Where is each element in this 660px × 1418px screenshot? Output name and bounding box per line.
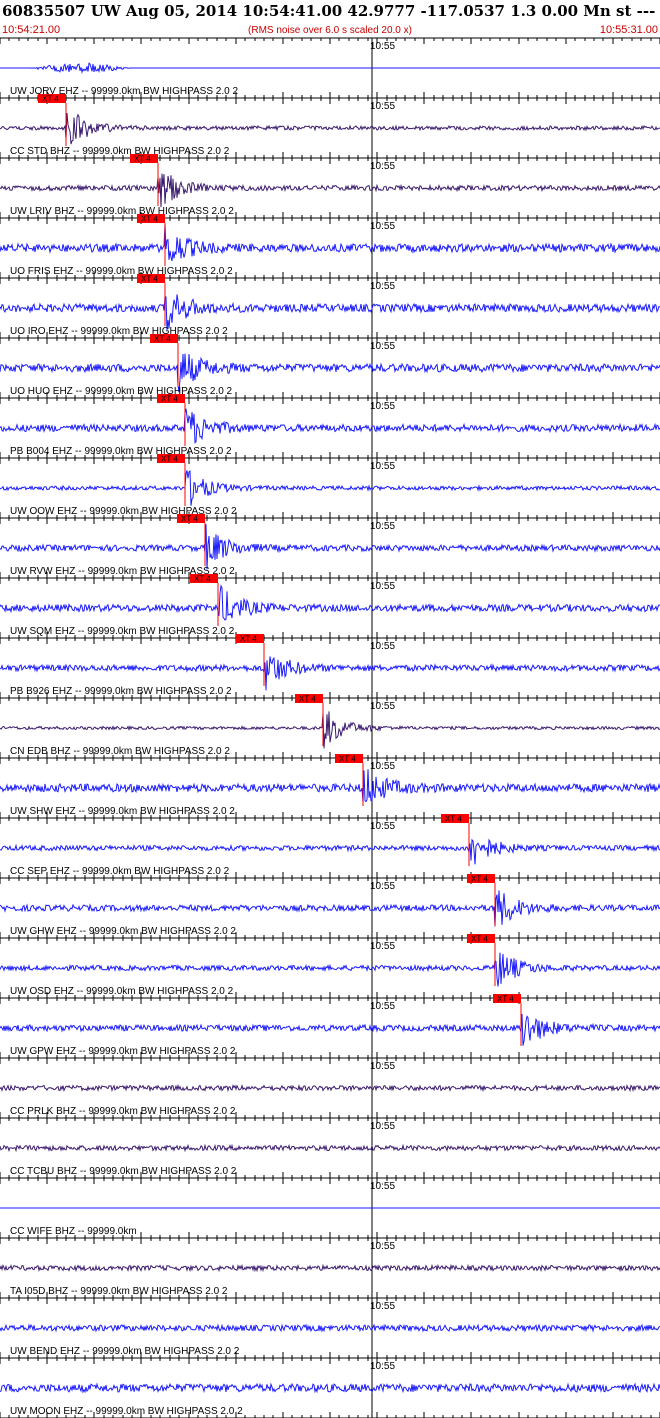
channel-label: UW MOON EHZ -- 99999.0km BW HIGHPASS 2.0… xyxy=(10,1406,243,1417)
minute-label: 10:55 xyxy=(370,161,395,172)
pick-label: XT 4 xyxy=(194,575,211,584)
channel-label: TA I05D BHZ -- 99999.0km BW HIGHPASS 2.0… xyxy=(10,1286,228,1297)
minute-label: 10:55 xyxy=(370,521,395,532)
channel-label: CC STD BHZ -- 99999.0km BW HIGHPASS 2.0 … xyxy=(10,146,230,157)
end-time: 10:55:31.00 xyxy=(600,24,658,36)
minute-label: 10:55 xyxy=(370,401,395,412)
channel-label: UW GHW EHZ -- 99999.0km BW HIGHPASS 2.0 … xyxy=(10,926,236,937)
minute-label: 10:55 xyxy=(370,221,395,232)
minute-label: 10:55 xyxy=(370,461,395,472)
minute-label: 10:55 xyxy=(370,1181,395,1192)
pick-label: XT 4 xyxy=(154,335,171,344)
minute-label: 10:55 xyxy=(370,1121,395,1132)
minute-label: 10:55 xyxy=(370,341,395,352)
pick-label: XT 4 xyxy=(161,395,178,404)
pick-label: XT 4 xyxy=(181,515,198,524)
channel-label: UO IRO EHZ -- 99999.0km BW HIGHPASS 2.0 … xyxy=(10,326,228,337)
minute-label: 10:55 xyxy=(370,641,395,652)
channel-label: UW LRIV BHZ -- 99999.0km BW HIGHPASS 2.0… xyxy=(10,206,234,217)
minute-label: 10:55 xyxy=(370,1301,395,1312)
minute-label: 10:55 xyxy=(370,701,395,712)
pick-label: XT 4 xyxy=(497,995,514,1004)
minute-label: 10:55 xyxy=(370,1001,395,1012)
minute-label: 10:55 xyxy=(370,1361,395,1372)
minute-label: 10:55 xyxy=(370,281,395,292)
channel-label: PB B004 EHZ -- 99999.0km BW HIGHPASS 2.0… xyxy=(10,446,232,457)
pick-label: XT 4 xyxy=(134,155,151,164)
minute-label: 10:55 xyxy=(370,1241,395,1252)
seismogram-chart: 60835507 UW Aug 05, 2014 10:54:41.00 42.… xyxy=(0,0,660,1418)
minute-label: 10:55 xyxy=(370,761,395,772)
minute-label: 10:55 xyxy=(370,101,395,112)
pick-label: XT 4 xyxy=(471,875,488,884)
channel-label: CN EDB BHZ -- 99999.0km BW HIGHPASS 2.0 … xyxy=(10,746,230,757)
pick-label: XT 4 xyxy=(42,95,59,104)
pick-label: XT 4 xyxy=(445,815,462,824)
pick-label: XT 4 xyxy=(240,635,257,644)
channel-label: CC PRLK BHZ -- 99999.0km BW HIGHPASS 2.0… xyxy=(10,1106,236,1117)
pick-label: XT 4 xyxy=(141,215,158,224)
pick-label: XT 4 xyxy=(161,455,178,464)
channel-label: UW OSD EHZ -- 99999.0km BW HIGHPASS 2.0 … xyxy=(10,986,234,997)
event-title: 60835507 UW Aug 05, 2014 10:54:41.00 42.… xyxy=(2,2,660,20)
channel-label: CC WIFE BHZ -- 99999.0km xyxy=(10,1226,137,1237)
channel-label: UW SHW EHZ -- 99999.0km BW HIGHPASS 2.0 … xyxy=(10,806,235,817)
minute-label: 10:55 xyxy=(370,821,395,832)
channel-label: UW GPW EHZ -- 99999.0km BW HIGHPASS 2.0 … xyxy=(10,1046,236,1057)
channel-label: UO FRIS EHZ -- 99999.0km BW HIGHPASS 2.0… xyxy=(10,266,233,277)
minute-label: 10:55 xyxy=(370,941,395,952)
channel-label: PB B926 EHZ -- 99999.0km BW HIGHPASS 2.0… xyxy=(10,686,232,697)
pick-label: XT 4 xyxy=(471,935,488,944)
minute-label: 10:55 xyxy=(370,881,395,892)
channel-label: CC TCBU BHZ -- 99999.0km BW HIGHPASS 2.0… xyxy=(10,1166,237,1177)
channel-label: CC SEP EHZ -- 99999.0km BW HIGHPASS 2.0 … xyxy=(10,866,230,877)
channel-label: UW BEND EHZ -- 99999.0km BW HIGHPASS 2.0… xyxy=(10,1346,240,1357)
pick-label: XT 4 xyxy=(141,275,158,284)
channel-label: UW SQM EHZ -- 99999.0km BW HIGHPASS 2.0 … xyxy=(10,626,235,637)
pick-label: XT 4 xyxy=(299,695,316,704)
minute-label: 10:55 xyxy=(370,1061,395,1072)
start-time: 10:54:21.00 xyxy=(2,24,60,36)
pick-label: XT 4 xyxy=(339,755,356,764)
minute-label: 10:55 xyxy=(370,581,395,592)
channel-label: UO HUO EHZ -- 99999.0km BW HIGHPASS 2.0 … xyxy=(10,386,233,397)
noise-note: (RMS noise over 6.0 s scaled 20.0 x) xyxy=(248,25,412,36)
minute-label: 10:55 xyxy=(370,41,395,52)
